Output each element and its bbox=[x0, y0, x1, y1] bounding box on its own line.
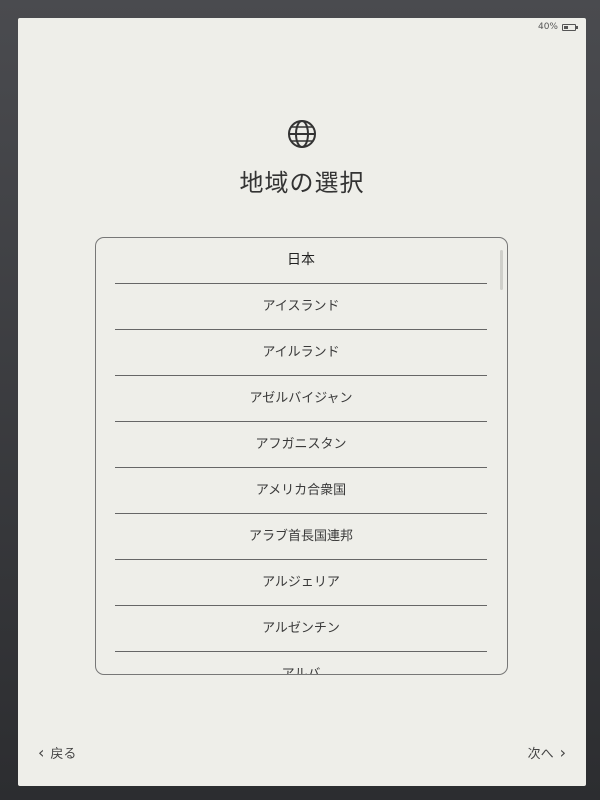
chevron-right-icon: › bbox=[559, 742, 566, 762]
region-list[interactable]: 日本 アイスランド アイルランド アゼルバイジャン アフガニスタン アメリカ合衆国 アラブ首… bbox=[95, 237, 508, 675]
scrollbar[interactable] bbox=[500, 250, 503, 290]
status-bar: 40% bbox=[537, 22, 578, 32]
next-button[interactable]: 次へ › bbox=[528, 743, 566, 762]
back-label: 戻る bbox=[50, 747, 77, 762]
battery-fill bbox=[564, 25, 568, 29]
region-item[interactable]: アラブ首長国連邦 bbox=[115, 514, 487, 560]
region-item[interactable]: アルゼンチン bbox=[115, 606, 487, 652]
page-title: 地域の選択 bbox=[239, 169, 365, 197]
region-item[interactable]: アフガニスタン bbox=[115, 422, 487, 468]
next-label: 次へ bbox=[527, 747, 554, 762]
battery-text: 40% bbox=[537, 22, 558, 32]
chevron-left-icon: ‹ bbox=[38, 742, 45, 762]
region-item[interactable]: アイスランド bbox=[115, 284, 487, 330]
region-item[interactable]: 日本 bbox=[115, 238, 487, 284]
region-item[interactable]: アルバ bbox=[115, 652, 487, 674]
region-item[interactable]: アイルランド bbox=[115, 330, 487, 376]
screen: 40% 地域の選択 日本 アイスランド アイルランド アゼルバイジャン アフガニスタンア… bbox=[18, 18, 586, 786]
globe-icon bbox=[288, 120, 316, 148]
region-item[interactable]: アルジェリア bbox=[115, 560, 487, 606]
region-item[interactable]: アメリカ合衆国 bbox=[115, 468, 487, 514]
region-item[interactable]: アゼルバイジャン bbox=[115, 376, 487, 422]
device-frame: 40% 地域の選択 日本 アイスランド アイルランド アゼルバイジャン アフガニスタンア… bbox=[0, 0, 600, 800]
battery-icon bbox=[562, 23, 578, 31]
back-button[interactable]: ‹ 戻る bbox=[38, 743, 76, 762]
